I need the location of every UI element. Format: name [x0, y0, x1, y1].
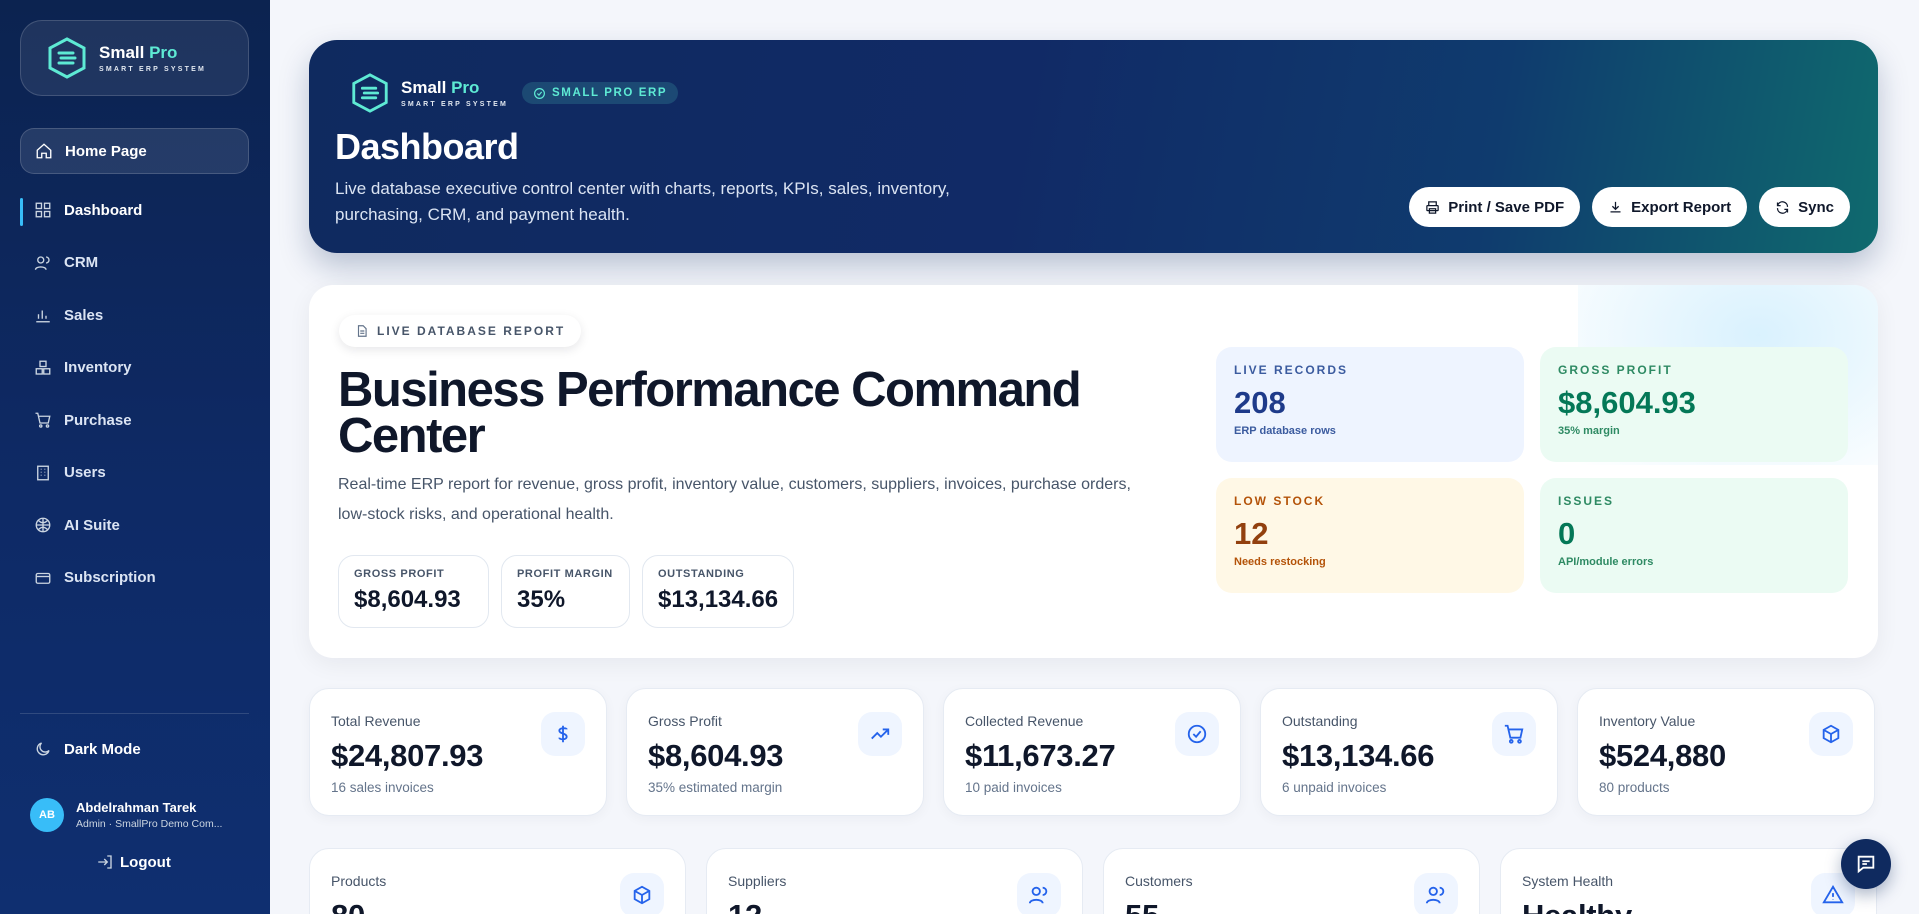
brand-name: Small Pro: [401, 78, 480, 97]
header-actions: Print / Save PDF Export Report Sync: [1409, 187, 1850, 227]
kpi-inventory-value[interactable]: Inventory Value $524,880 80 products: [1577, 688, 1875, 816]
bar-chart-icon: [34, 306, 52, 324]
box-icon: [620, 873, 664, 914]
report-description: Real-time ERP report for revenue, gross …: [338, 476, 1131, 523]
sidebar-brand[interactable]: Small Pro SMART ERP SYSTEM: [20, 20, 249, 96]
chat-button[interactable]: [1841, 839, 1891, 889]
sidebar-item-crm[interactable]: CRM: [20, 237, 249, 290]
logout-icon: [96, 853, 114, 871]
page-title: Dashboard: [335, 126, 519, 167]
stat-gross-profit: GROSS PROFIT $8,604.93 35% margin: [1540, 347, 1848, 462]
sidebar: Small Pro SMART ERP SYSTEM Home Page Das…: [0, 0, 270, 914]
kpi-customers[interactable]: Customers 55: [1103, 848, 1480, 914]
brand-tagline: SMART ERP SYSTEM: [99, 66, 207, 73]
download-icon: [1610, 201, 1621, 212]
document-icon: [357, 325, 367, 337]
dollar-icon: [541, 712, 585, 756]
cart-icon: [34, 411, 52, 429]
mini-metric-profit-margin: PROFIT MARGIN 35%: [501, 555, 630, 628]
sync-button[interactable]: Sync: [1759, 187, 1850, 227]
export-report-button[interactable]: Export Report: [1592, 187, 1748, 227]
report-tag: LIVE DATABASE REPORT: [339, 315, 582, 347]
sidebar-item-home[interactable]: Home Page: [20, 128, 249, 174]
check-circle-icon: [534, 87, 546, 99]
grid-icon: [34, 201, 52, 219]
user-role: Admin · SmallPro Demo Com...: [76, 818, 223, 830]
stat-low-stock: LOW STOCK 12 Needs restocking: [1216, 478, 1524, 593]
report-stats: LIVE RECORDS 208 ERP database rows GROSS…: [1216, 347, 1848, 593]
sidebar-item-subscription[interactable]: Subscription: [20, 552, 249, 605]
small-pro-logo: [352, 73, 388, 113]
live-database-report: LIVE DATABASE REPORT Business Performanc…: [309, 285, 1878, 658]
avatar: AB: [30, 798, 64, 832]
kpi-suppliers[interactable]: Suppliers 12: [706, 848, 1083, 914]
sidebar-item-label: Users: [64, 464, 106, 482]
sidebar-item-label: AI Suite: [64, 516, 120, 534]
printer-icon: [1426, 200, 1439, 214]
kpi-gross-profit[interactable]: Gross Profit $8,604.93 35% estimated mar…: [626, 688, 924, 816]
mini-metric-outstanding: OUTSTANDING $13,134.66: [642, 555, 794, 628]
check-circle-icon: [1175, 712, 1219, 756]
dashboard-header: Small Pro SMART ERP SYSTEM SMALL PRO ERP…: [309, 40, 1878, 253]
users-icon: [34, 254, 52, 272]
sidebar-item-label: Sales: [64, 306, 104, 324]
cart-icon: [1492, 712, 1536, 756]
brain-icon: [34, 516, 52, 534]
sidebar-item-label: Purchase: [64, 411, 132, 429]
brand-tagline: SMART ERP SYSTEM: [401, 101, 509, 108]
sidebar-item-users[interactable]: Users: [20, 447, 249, 500]
hero-brand: Small Pro SMART ERP SYSTEM SMALL PRO ERP: [349, 72, 679, 114]
building-icon: [34, 464, 52, 482]
small-pro-logo: [48, 37, 86, 79]
sidebar-item-dashboard[interactable]: Dashboard: [20, 184, 249, 237]
box-icon: [1809, 712, 1853, 756]
sidebar-item-label: Subscription: [64, 569, 156, 587]
user-name: Abdelrahman Tarek: [76, 800, 197, 815]
stat-live-records: LIVE RECORDS 208 ERP database rows: [1216, 347, 1524, 462]
kpi-outstanding[interactable]: Outstanding $13,134.66 6 unpaid invoices: [1260, 688, 1558, 816]
kpi-collected-revenue[interactable]: Collected Revenue $11,673.27 10 paid inv…: [943, 688, 1241, 816]
kpi-system-health[interactable]: System Health Healthy: [1500, 848, 1877, 914]
page-description: Live database executive control center w…: [335, 179, 950, 224]
dark-mode-label: Dark Mode: [64, 740, 141, 758]
refresh-icon: [1777, 200, 1789, 214]
kpi-cards-secondary: Products 80 Suppliers 12 Customers 55 Sy…: [309, 848, 1877, 914]
status-badge: SMALL PRO ERP: [522, 82, 679, 104]
trending-up-icon: [858, 712, 902, 756]
sidebar-item-label: Dashboard: [64, 201, 143, 219]
sidebar-item-label: Inventory: [64, 359, 132, 377]
user-profile[interactable]: AB Abdelrahman Tarek Admin · SmallPro De…: [30, 798, 222, 832]
dark-mode-toggle[interactable]: Dark Mode: [34, 740, 141, 758]
sidebar-item-sales[interactable]: Sales: [20, 289, 249, 342]
card-icon: [34, 569, 52, 587]
sidebar-item-label: CRM: [64, 254, 99, 272]
sidebar-item-purchase[interactable]: Purchase: [20, 394, 249, 447]
sidebar-item-inventory[interactable]: Inventory: [20, 342, 249, 395]
mini-metric-gross-profit: GROSS PROFIT $8,604.93: [338, 555, 489, 628]
moon-icon: [34, 740, 52, 758]
sidebar-divider: [20, 713, 249, 714]
sidebar-item-label: Home Page: [65, 142, 147, 160]
logout-label: Logout: [120, 853, 171, 871]
chat-icon: [1857, 855, 1875, 874]
sidebar-item-ai-suite[interactable]: AI Suite: [20, 499, 249, 552]
report-mini-metrics: GROSS PROFIT $8,604.93 PROFIT MARGIN 35%…: [338, 555, 794, 628]
stat-issues: ISSUES 0 API/module errors: [1540, 478, 1848, 593]
print-pdf-button[interactable]: Print / Save PDF: [1409, 187, 1581, 227]
users-icon: [1017, 873, 1061, 914]
brand-name: Small Pro: [99, 43, 178, 62]
report-title: Business Performance Command Center: [338, 363, 1082, 463]
home-icon: [35, 142, 53, 160]
kpi-products[interactable]: Products 80: [309, 848, 686, 914]
kpi-total-revenue[interactable]: Total Revenue $24,807.93 16 sales invoic…: [309, 688, 607, 816]
kpi-cards: Total Revenue $24,807.93 16 sales invoic…: [309, 688, 1875, 816]
logout-button[interactable]: Logout: [96, 853, 171, 871]
sidebar-nav: Dashboard CRM Sales Inventory Purchase U…: [20, 184, 249, 604]
users-icon: [1414, 873, 1458, 914]
boxes-icon: [34, 359, 52, 377]
